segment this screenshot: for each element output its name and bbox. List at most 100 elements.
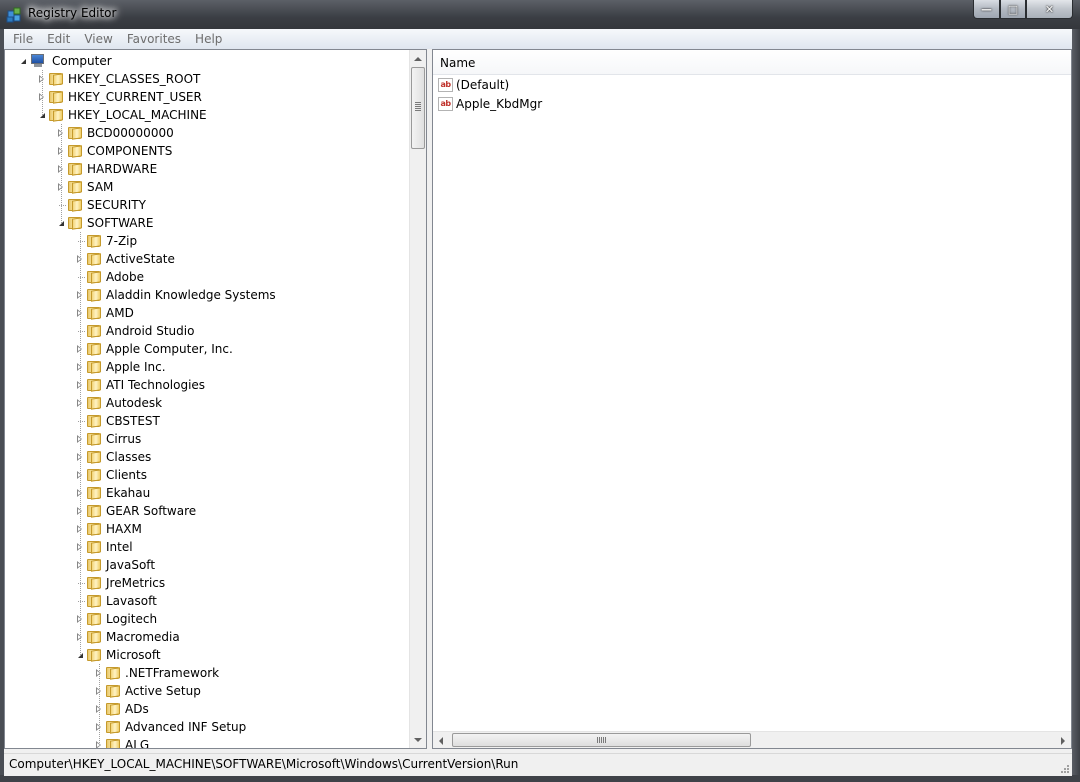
tree-item[interactable]: HARDWARE [57,160,157,178]
expand-arrow-icon[interactable] [76,376,85,394]
collapse-arrow-icon[interactable] [38,106,47,124]
tree-item[interactable]: ATI Technologies [76,376,205,394]
tree-item[interactable]: JavaSoft [76,556,155,574]
expand-arrow-icon[interactable] [57,142,66,160]
tree-item[interactable]: SAM [57,178,113,196]
tree-item[interactable]: Advanced INF Setup [95,718,246,736]
value-row[interactable]: ab (Default) [438,76,509,94]
tree-item[interactable]: Macromedia [76,628,180,646]
values-scroll-thumb[interactable] [452,733,751,747]
expand-arrow-icon[interactable] [76,502,85,520]
expand-arrow-icon[interactable] [38,70,47,88]
tree-item[interactable]: Android Studio [76,322,194,340]
menu-help[interactable]: Help [188,32,229,46]
values-horizontal-scrollbar[interactable] [433,731,1071,748]
expand-arrow-icon[interactable] [95,718,104,736]
tree-item[interactable]: SECURITY [57,196,146,214]
scroll-right-arrow[interactable] [1055,732,1071,748]
tree-item[interactable]: HAXM [76,520,142,538]
expand-arrow-icon[interactable] [76,448,85,466]
expand-arrow-icon[interactable] [76,430,85,448]
menu-edit[interactable]: Edit [40,32,77,46]
tree-item[interactable]: Active Setup [95,682,201,700]
menu-favorites[interactable]: Favorites [120,32,188,46]
folder-icon [105,666,121,680]
tree-item[interactable]: ActiveState [76,250,175,268]
computer-icon [29,53,47,69]
close-button[interactable]: ✕ [1026,0,1073,19]
tree-item[interactable]: Microsoft [76,646,161,664]
expand-arrow-icon[interactable] [76,538,85,556]
scroll-down-arrow[interactable] [410,731,426,748]
tree-item[interactable]: COMPONENTS [57,142,172,160]
tree-scroll-thumb[interactable] [411,67,425,149]
tree-item[interactable]: Ekahau [76,484,150,502]
expand-arrow-icon[interactable] [76,484,85,502]
tree-vertical-scrollbar[interactable] [409,50,426,748]
menu-view[interactable]: View [77,32,119,46]
tree-item[interactable]: Apple Computer, Inc. [76,340,233,358]
expand-arrow-icon[interactable] [76,340,85,358]
tree-item[interactable]: Clients [76,466,147,484]
tree-item[interactable]: CBSTEST [76,412,160,430]
expand-arrow-icon[interactable] [76,466,85,484]
tree-item[interactable]: Lavasoft [76,592,157,610]
tree-item[interactable]: HKEY_CLASSES_ROOT [38,70,200,88]
expand-arrow-icon[interactable] [76,304,85,322]
status-bar: Computer\HKEY_LOCAL_MACHINE\SOFTWARE\Mic… [4,753,1072,776]
column-header-name[interactable]: Name [433,50,1071,75]
tree-item[interactable]: ADs [95,700,149,718]
title-bar[interactable]: Registry Editor — □ ✕ [0,0,1080,29]
expand-arrow-icon[interactable] [76,250,85,268]
tree-item-label: Apple Computer, Inc. [106,342,233,356]
tree-item[interactable]: .NETFramework [95,664,219,682]
expand-arrow-icon[interactable] [38,88,47,106]
resize-grip-icon[interactable] [1058,762,1070,774]
expand-arrow-icon[interactable] [57,160,66,178]
expand-arrow-icon[interactable] [76,358,85,376]
expand-arrow-icon[interactable] [76,520,85,538]
maximize-button[interactable]: □ [1000,0,1026,19]
tree-item[interactable]: ALG [95,736,149,748]
tree-item[interactable]: SOFTWARE [57,214,153,232]
expand-arrow-icon[interactable] [76,610,85,628]
tree-item[interactable]: BCD00000000 [57,124,174,142]
expand-arrow-icon[interactable] [76,628,85,646]
expand-arrow-icon[interactable] [57,178,66,196]
tree-item[interactable]: HKEY_LOCAL_MACHINE [38,106,207,124]
tree-item[interactable]: Computer [19,52,112,70]
collapse-arrow-icon[interactable] [76,646,85,664]
value-row[interactable]: ab Apple_KbdMgr [438,95,542,113]
expand-arrow-icon[interactable] [95,736,104,748]
scroll-up-arrow[interactable] [410,50,426,67]
expand-arrow-icon[interactable] [95,700,104,718]
tree-item[interactable]: Intel [76,538,133,556]
tree-item-label: JavaSoft [106,558,156,572]
tree-item[interactable]: Autodesk [76,394,162,412]
tree-item[interactable]: Logitech [76,610,157,628]
tree-item-label: SECURITY [87,198,146,212]
expand-arrow-icon[interactable] [95,664,104,682]
tree-item[interactable]: 7-Zip [76,232,137,250]
expand-arrow-icon[interactable] [76,394,85,412]
tree-item[interactable]: HKEY_CURRENT_USER [38,88,202,106]
folder-icon [86,504,102,518]
collapse-arrow-icon[interactable] [19,52,28,70]
folder-icon [86,288,102,302]
minimize-button[interactable]: — [973,0,1000,19]
tree-item[interactable]: Cirrus [76,430,141,448]
tree-item[interactable]: Classes [76,448,151,466]
tree-item[interactable]: Apple Inc. [76,358,166,376]
tree-item[interactable]: JreMetrics [76,574,165,592]
scroll-left-arrow[interactable] [433,732,449,748]
tree-item[interactable]: Aladdin Knowledge Systems [76,286,276,304]
menu-file[interactable]: File [4,32,40,46]
tree-item[interactable]: GEAR Software [76,502,196,520]
tree-item[interactable]: AMD [76,304,134,322]
expand-arrow-icon[interactable] [76,556,85,574]
collapse-arrow-icon[interactable] [57,214,66,232]
expand-arrow-icon[interactable] [57,124,66,142]
expand-arrow-icon[interactable] [76,286,85,304]
expand-arrow-icon[interactable] [95,682,104,700]
tree-item[interactable]: Adobe [76,268,144,286]
